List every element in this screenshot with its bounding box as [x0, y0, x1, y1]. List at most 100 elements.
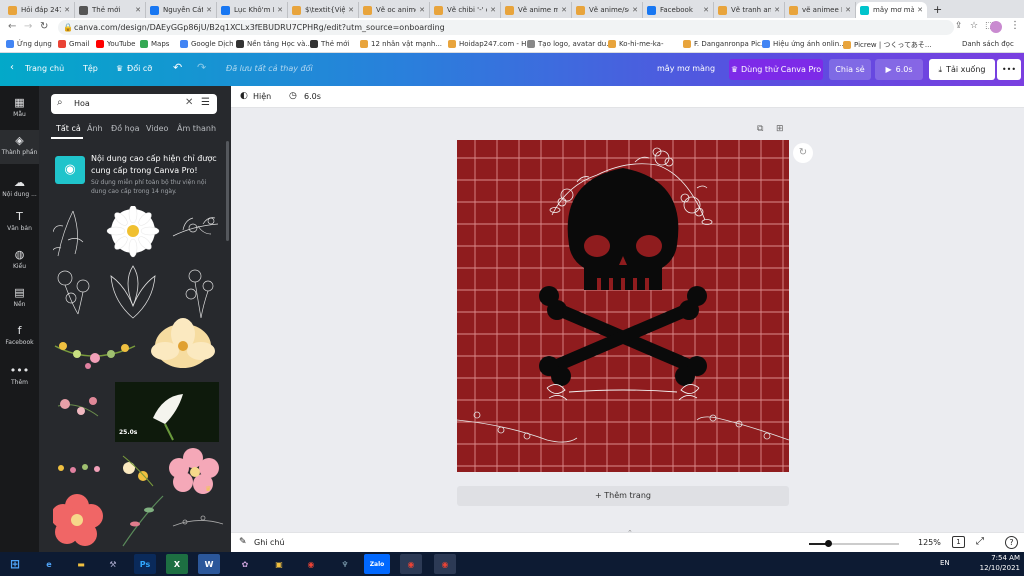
file-explorer-icon[interactable]: ▬	[70, 554, 92, 574]
panel-tab[interactable]: Đồ họa	[111, 124, 140, 133]
notes-app-icon[interactable]: ▣	[268, 554, 290, 574]
network-app-icon[interactable]: ♆	[334, 554, 356, 574]
try-pro-button[interactable]: ♛ Dùng thử Canva Pro	[729, 59, 823, 80]
bookmark-item[interactable]: YouTube	[96, 40, 135, 48]
browser-tab[interactable]: Vẽ tranh anc✕	[714, 2, 785, 18]
browser-tab[interactable]: Vẽ anime/sc ✕	[572, 2, 643, 18]
photoshop-icon[interactable]: Ps	[134, 554, 156, 574]
close-tab-icon[interactable]: ✕	[914, 6, 923, 14]
browser-tab[interactable]: vẽ animee F ✕	[785, 2, 856, 18]
zoom-level[interactable]: 125%	[918, 538, 941, 547]
rail-item[interactable]: ••• Thêm	[0, 360, 39, 394]
file-menu[interactable]: Tệp	[83, 64, 98, 73]
chrome-icon[interactable]: ◉	[300, 554, 322, 574]
bookmark-item[interactable]: Picrew | つくってあそ...	[843, 40, 932, 50]
bookmark-item[interactable]: Gmail	[58, 40, 89, 48]
close-tab-icon[interactable]: ✕	[700, 6, 709, 14]
close-tab-icon[interactable]: ✕	[345, 6, 354, 14]
home-link[interactable]: Trang chủ	[25, 64, 64, 73]
browser-tab[interactable]: Vẽ chibi '-' c ✕	[430, 2, 501, 18]
app-icon[interactable]: ✿	[234, 554, 256, 574]
more-button[interactable]: •••	[997, 59, 1021, 80]
clock-time[interactable]: 7:54 AM	[980, 554, 1020, 562]
chrome-profile-icon[interactable]: ◉	[434, 554, 456, 574]
fullscreen-icon[interactable]: ⤢	[976, 536, 984, 547]
close-tab-icon[interactable]: ✕	[558, 6, 567, 14]
skull-artwork[interactable]	[457, 140, 789, 472]
duplicate-page-icon[interactable]: ⧉	[757, 124, 763, 134]
excel-icon[interactable]: X	[166, 554, 188, 574]
bookmark-item[interactable]: Google Dịch	[180, 40, 234, 48]
animate-button[interactable]: Hiện	[253, 92, 271, 101]
word-icon[interactable]: W	[198, 554, 220, 574]
chevron-left-icon[interactable]: ‹	[10, 62, 14, 73]
close-tab-icon[interactable]: ✕	[771, 6, 780, 14]
bookmark-item[interactable]: Tạo logo, avatar du...	[527, 40, 613, 48]
page-count[interactable]: 1	[952, 536, 965, 548]
panel-tab[interactable]: Tất cả	[56, 124, 81, 133]
url-input[interactable]: 🔒 canva.com/design/DAEyGGp86jU/B2q1XCLx3…	[58, 20, 954, 35]
start-windows-icon[interactable]: ⊞	[2, 554, 28, 574]
rail-item[interactable]: ☁ Nội dung ...	[0, 172, 39, 206]
design-canvas[interactable]	[457, 140, 789, 472]
panel-scrollbar[interactable]	[226, 141, 229, 241]
browser-tab[interactable]: Nguyễn Cát ✕	[146, 2, 217, 18]
browser-tab[interactable]: Facebook ✕	[643, 2, 714, 18]
bookmark-star-icon[interactable]: ☆	[970, 21, 978, 31]
search-input[interactable]: ⌕ Hoa ✕ ☰	[51, 94, 217, 114]
close-tab-icon[interactable]: ✕	[629, 6, 638, 14]
bookmark-item[interactable]: F. Danganronpa Pic...	[683, 40, 768, 48]
design-title[interactable]: mây mơ màng	[657, 64, 715, 73]
forward-icon[interactable]: →	[24, 21, 32, 32]
duration-button[interactable]: 6.0s	[304, 92, 321, 101]
language-indicator[interactable]: EN	[940, 559, 950, 567]
zoom-slider-handle[interactable]	[825, 540, 832, 547]
browser-tab[interactable]: $\textit{Việt ✕	[288, 2, 359, 18]
zalo-icon[interactable]: Zalo	[364, 554, 390, 574]
close-tab-icon[interactable]: ✕	[487, 6, 496, 14]
chrome-window-icon[interactable]: ◉	[400, 554, 422, 574]
rail-item[interactable]: f Facebook	[0, 320, 39, 354]
bookmark-item[interactable]: Ko-hi-me-ka-	[608, 40, 664, 48]
clock-date[interactable]: 12/10/2021	[970, 564, 1020, 572]
bookmark-item[interactable]: Thẻ mới	[310, 40, 349, 48]
close-tab-icon[interactable]: ✕	[61, 6, 70, 14]
close-tab-icon[interactable]: ✕	[416, 6, 425, 14]
reload-icon[interactable]: ↻	[40, 21, 48, 32]
clear-icon[interactable]: ✕	[185, 97, 193, 108]
back-icon[interactable]: ←	[8, 21, 16, 32]
panel-tab[interactable]: Video	[146, 124, 168, 133]
close-tab-icon[interactable]: ✕	[842, 6, 851, 14]
browser-tab[interactable]: Vẽ anime mi ✕	[501, 2, 572, 18]
bookmark-item[interactable]: Maps	[140, 40, 169, 48]
edge-browser-icon[interactable]: e	[38, 554, 60, 574]
tools-app-icon[interactable]: ⚒	[102, 554, 124, 574]
browser-tab[interactable]: Thẻ mới ✕	[75, 2, 146, 18]
bookmark-item[interactable]: Ứng dụng	[6, 40, 52, 48]
browser-tab[interactable]: Vẽ oc anime ✕	[359, 2, 430, 18]
add-page-icon[interactable]: ⊞	[776, 124, 784, 134]
profile-avatar[interactable]	[990, 21, 1002, 33]
add-page-button[interactable]: + Thêm trang	[457, 486, 789, 506]
close-tab-icon[interactable]: ✕	[203, 6, 212, 14]
help-button[interactable]: ?	[1005, 536, 1018, 549]
rail-item[interactable]: ◈ Thành phần	[0, 130, 39, 164]
resize-menu[interactable]: Đổi cỡ	[127, 64, 152, 73]
rail-item[interactable]: ▤ Nền	[0, 282, 39, 316]
close-tab-icon[interactable]: ✕	[132, 6, 141, 14]
bookmark-item[interactable]: Hoidap247.com - H...	[448, 40, 533, 48]
reading-list[interactable]: Danh sách đọc	[962, 40, 1014, 48]
rail-item[interactable]: T Văn bản	[0, 206, 39, 240]
browser-tab[interactable]: Hỏi đáp 247 ✕	[4, 2, 75, 18]
close-tab-icon[interactable]: ✕	[274, 6, 283, 14]
browser-tab[interactable]: mây mơ màn✕	[856, 2, 927, 18]
panel-tab[interactable]: Ảnh	[87, 124, 103, 133]
rail-item[interactable]: ◍ Kiểu	[0, 244, 39, 278]
notes-button[interactable]: Ghi chú	[254, 538, 285, 547]
undo-icon[interactable]: ↶	[173, 61, 182, 74]
rotate-icon[interactable]: ↻	[793, 143, 813, 163]
present-button[interactable]: ▶ 6.0s	[875, 59, 923, 80]
download-button[interactable]: ⤓ Tải xuống	[929, 59, 995, 80]
bookmark-item[interactable]: Nền tảng Học và...	[236, 40, 312, 48]
filter-icon[interactable]: ☰	[201, 97, 210, 108]
